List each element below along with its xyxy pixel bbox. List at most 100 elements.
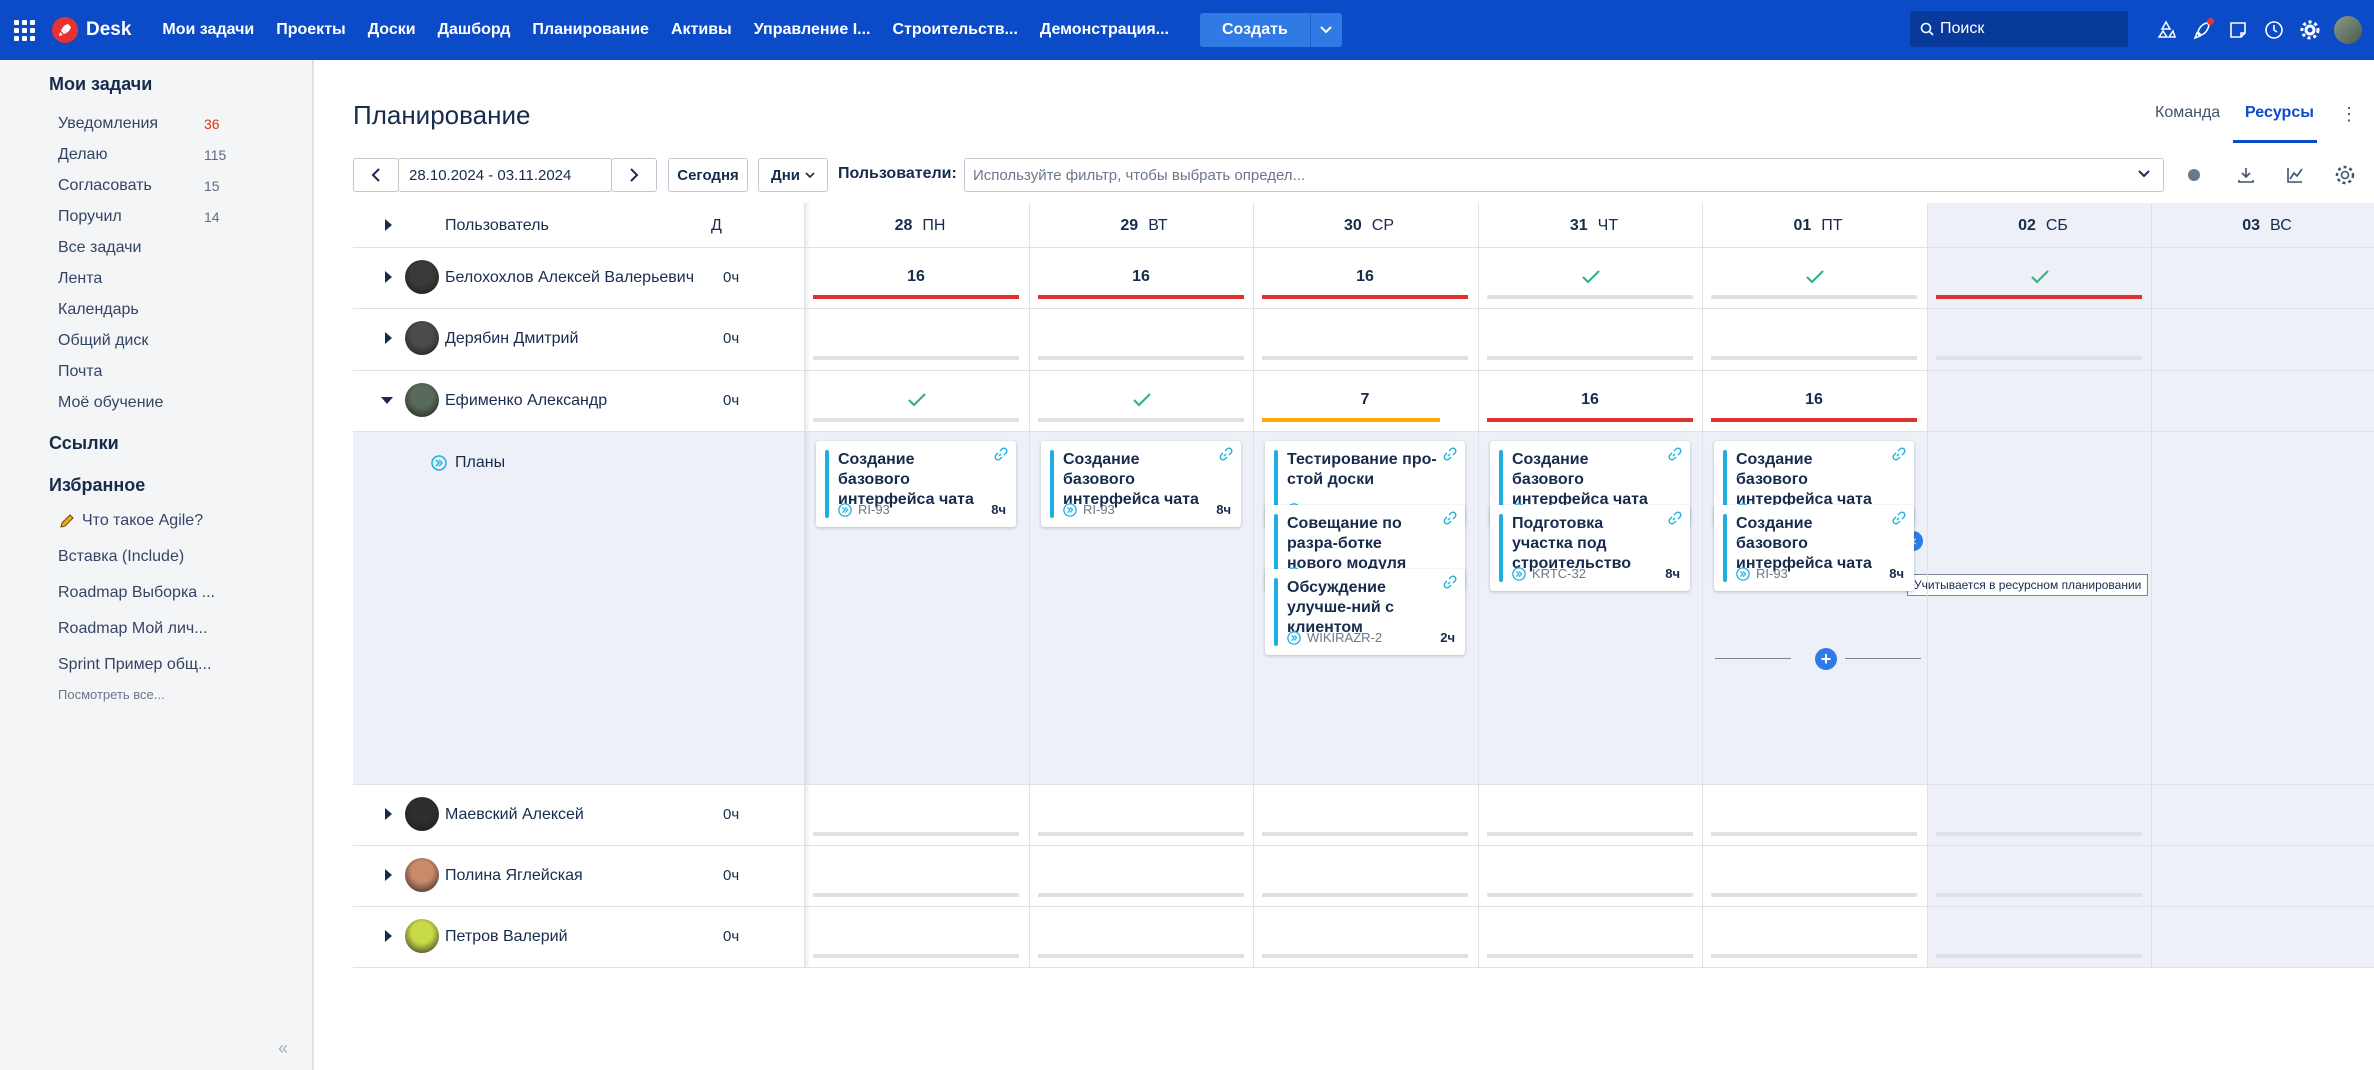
load-cell[interactable]: 16: [1487, 382, 1693, 422]
sidebar-heading-my-tasks[interactable]: Мои задачи: [49, 74, 152, 95]
load-cell[interactable]: [1487, 320, 1693, 360]
next-period-button[interactable]: [611, 158, 657, 192]
prev-period-button[interactable]: [353, 158, 399, 192]
load-cell[interactable]: [813, 320, 1019, 360]
load-cell[interactable]: [1711, 259, 1917, 299]
nav-construction[interactable]: Строительств...: [881, 21, 1028, 39]
recycle-icon[interactable]: [2148, 12, 2184, 48]
load-cell[interactable]: [813, 796, 1019, 836]
load-cell[interactable]: [1262, 857, 1468, 897]
nav-projects[interactable]: Проекты: [265, 21, 356, 39]
sidebar-item-calendar[interactable]: Календарь: [58, 301, 238, 319]
chart-icon[interactable]: [2282, 162, 2308, 188]
load-cell[interactable]: [1262, 796, 1468, 836]
nav-assets[interactable]: Активы: [660, 21, 743, 39]
date-range-input[interactable]: 28.10.2024 - 03.11.2024: [398, 158, 612, 192]
load-cell[interactable]: 16: [813, 259, 1019, 299]
plan-card[interactable]: Обсуждение улучше-ний с клиентом WIKIRAZR…: [1265, 569, 1465, 655]
sidebar-item-mail[interactable]: Почта: [58, 363, 238, 381]
nav-demo[interactable]: Демонстрация...: [1029, 21, 1180, 39]
sidebar-heading-links[interactable]: Ссылки: [49, 433, 119, 454]
tab-resources[interactable]: Ресурсы: [2245, 104, 2314, 122]
load-cell[interactable]: [1487, 918, 1693, 958]
nav-management[interactable]: Управление I...: [743, 21, 882, 39]
load-cell[interactable]: 16: [1038, 259, 1244, 299]
load-cell[interactable]: [1038, 320, 1244, 360]
days-select[interactable]: Дни: [758, 158, 828, 192]
expand-user-row-icon[interactable]: [385, 930, 392, 942]
plans-row-label[interactable]: Планы: [431, 454, 505, 472]
sidebar-item-feed[interactable]: Лента: [58, 270, 238, 288]
user-name[interactable]: Маевский Алексей: [445, 806, 584, 824]
settings-gear-icon[interactable]: [2332, 162, 2358, 188]
sidebar-item-learning[interactable]: Моё обучение: [58, 394, 238, 412]
load-cell[interactable]: [1936, 918, 2142, 958]
link-icon[interactable]: [1441, 447, 1457, 463]
more-options-icon[interactable]: ⋮: [2340, 104, 2358, 125]
sidebar-fav-sprint[interactable]: Sprint Пример общ...: [58, 656, 238, 674]
load-cell[interactable]: [1262, 320, 1468, 360]
app-switcher-icon[interactable]: [12, 18, 36, 42]
column-header-d[interactable]: Д: [711, 217, 722, 235]
search-input[interactable]: Поиск: [1910, 11, 2128, 47]
load-cell[interactable]: [1038, 796, 1244, 836]
user-name[interactable]: Ефименко Александр: [445, 392, 607, 410]
load-cell[interactable]: [1936, 320, 2142, 360]
load-cell[interactable]: [813, 857, 1019, 897]
load-cell[interactable]: [1936, 796, 2142, 836]
expand-user-row-icon[interactable]: [385, 869, 392, 881]
nav-dashboard[interactable]: Дашборд: [427, 21, 522, 39]
load-cell[interactable]: [1487, 857, 1693, 897]
load-cell[interactable]: [1487, 259, 1693, 299]
link-icon[interactable]: [1890, 511, 1906, 527]
plan-card[interactable]: Подготовка участка под строительство KRTC…: [1490, 505, 1690, 591]
link-icon[interactable]: [1441, 511, 1457, 527]
load-cell[interactable]: [1711, 918, 1917, 958]
notes-icon[interactable]: [2220, 12, 2256, 48]
create-dropdown-button[interactable]: [1309, 13, 1342, 47]
load-cell[interactable]: [1936, 259, 2142, 299]
user-name[interactable]: Петров Валерий: [445, 928, 568, 946]
sidebar-item-shared-disk[interactable]: Общий диск: [58, 332, 238, 350]
app-logo[interactable]: Desk: [52, 17, 131, 43]
expand-user-row-icon[interactable]: [385, 332, 392, 344]
load-cell[interactable]: 7: [1262, 382, 1468, 422]
nav-my-tasks[interactable]: Мои задачи: [151, 21, 265, 39]
load-cell[interactable]: [1711, 320, 1917, 360]
nav-boards[interactable]: Доски: [357, 21, 427, 39]
sidebar-heading-favorites[interactable]: Избранное: [49, 475, 145, 496]
expand-user-row-icon[interactable]: [385, 808, 392, 820]
load-cell[interactable]: [1936, 857, 2142, 897]
expand-all-icon[interactable]: [385, 219, 392, 231]
load-cell[interactable]: [1262, 918, 1468, 958]
users-filter-input[interactable]: Используйте фильтр, чтобы выбрать опреде…: [964, 158, 2164, 192]
load-cell[interactable]: 16: [1262, 259, 1468, 299]
sidebar-see-all-link[interactable]: Посмотреть все...: [58, 687, 165, 702]
link-icon[interactable]: [1666, 511, 1682, 527]
load-cell[interactable]: [813, 918, 1019, 958]
load-cell[interactable]: [813, 382, 1019, 422]
user-name[interactable]: Белохохлов Алексей Валерьевич: [445, 269, 694, 287]
user-name[interactable]: Полина Яглейская: [445, 867, 583, 885]
nav-planning[interactable]: Планирование: [521, 21, 660, 39]
load-cell[interactable]: 16: [1711, 382, 1917, 422]
link-icon[interactable]: [1441, 575, 1457, 591]
add-plan-button[interactable]: +: [1715, 648, 1921, 670]
notifications-rocket-icon[interactable]: [2184, 12, 2220, 48]
sidebar-fav-agile[interactable]: Что такое Agile?: [58, 512, 238, 530]
gear-icon[interactable]: [2292, 12, 2328, 48]
link-icon[interactable]: [992, 447, 1008, 463]
today-button[interactable]: Сегодня: [668, 158, 748, 192]
sidebar-item-all-tasks[interactable]: Все задачи: [58, 239, 238, 257]
load-cell[interactable]: [1038, 918, 1244, 958]
load-cell[interactable]: [1487, 796, 1693, 836]
sidebar-fav-roadmap-selection[interactable]: Roadmap Выборка ...: [58, 584, 238, 602]
plan-card[interactable]: Создание базового интерфейса чатаRI-93 8ч: [1714, 505, 1914, 591]
link-icon[interactable]: [1666, 447, 1682, 463]
plan-card[interactable]: Создание базового интерфейса чатаRI-93 8ч: [1041, 441, 1241, 527]
load-cell[interactable]: [1711, 857, 1917, 897]
load-cell[interactable]: [1038, 382, 1244, 422]
user-avatar[interactable]: [2334, 16, 2362, 44]
sidebar-fav-roadmap-mine[interactable]: Roadmap Мой лич...: [58, 620, 238, 638]
status-dot-icon[interactable]: [2181, 162, 2207, 188]
